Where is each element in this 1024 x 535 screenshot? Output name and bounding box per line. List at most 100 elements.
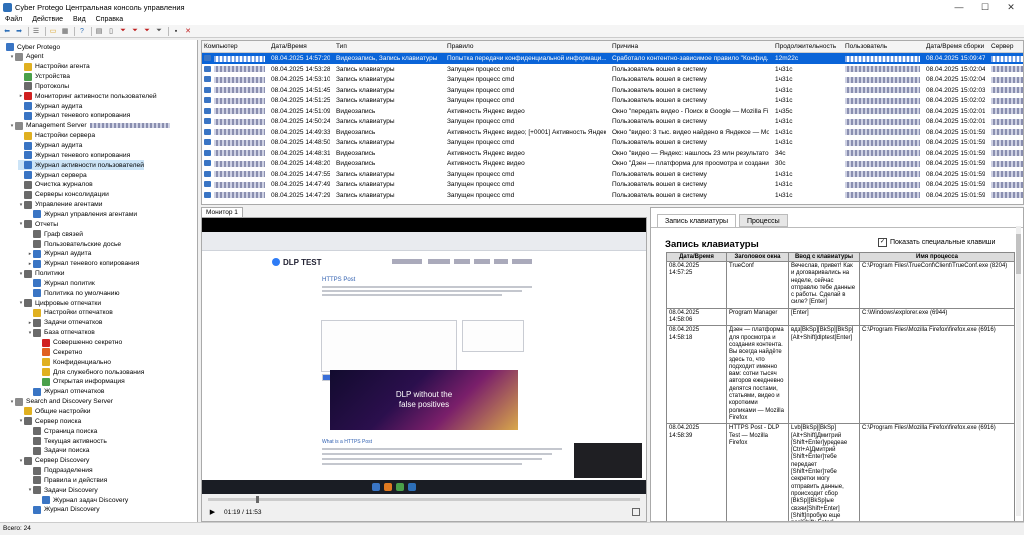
maximize-button[interactable]: ☐ bbox=[972, 0, 998, 14]
tree-item[interactable]: Устройства bbox=[18, 72, 70, 82]
tree-item[interactable]: Cyber Protego bbox=[0, 42, 60, 52]
tree-item[interactable]: ▾ Сервер Discovery bbox=[18, 456, 89, 466]
tree-item[interactable]: Политика по умолчанию bbox=[27, 288, 120, 298]
tab-keystrokes[interactable]: Запись клавиатуры bbox=[657, 214, 737, 227]
table-row[interactable]: 08.04.2025 14:51:09 Видеозапись Активность… bbox=[202, 106, 1023, 117]
column-header[interactable]: Правило bbox=[445, 41, 610, 52]
table-row[interactable]: 08.04.2025 14:53:28 Запись клавиатуры Запу… bbox=[202, 64, 1023, 75]
filter-red-icon[interactable]: ⏷ bbox=[118, 26, 128, 36]
play-button[interactable]: ▶ bbox=[208, 508, 217, 517]
table-row[interactable]: 08.04.2025 14:53:10 Запись клавиатуры Запу… bbox=[202, 74, 1023, 85]
tree-item[interactable]: Граф связей bbox=[27, 229, 83, 239]
tree-item[interactable]: Открытая информация bbox=[36, 377, 125, 387]
tree-item[interactable]: ▾ Management Server bbox=[9, 121, 170, 131]
tree-item[interactable]: Протоколы bbox=[18, 81, 69, 91]
tree-item[interactable]: ▾ Цифровые отпечатки bbox=[18, 298, 101, 308]
seek-bar[interactable] bbox=[208, 496, 640, 503]
minimize-button[interactable]: — bbox=[946, 0, 972, 14]
table-row[interactable]: 08.04.2025 14:48:20 Видеозапись Активность… bbox=[202, 158, 1023, 169]
filter-red-icon[interactable]: ⏷ bbox=[142, 26, 152, 36]
tree-item[interactable]: ▾ Управление агентами bbox=[18, 200, 103, 210]
column-header[interactable]: Сервер bbox=[989, 41, 1023, 52]
column-header[interactable]: Тип bbox=[334, 41, 445, 52]
delete-icon[interactable]: ✕ bbox=[183, 26, 193, 36]
table-row[interactable]: 08.04.2025 14:49:33 Видеозапись Активность… bbox=[202, 127, 1023, 138]
forward-icon[interactable]: ➡ bbox=[14, 26, 24, 36]
tree-item[interactable]: Общие настройки bbox=[18, 406, 91, 416]
menu-file[interactable]: Файл bbox=[0, 16, 27, 23]
tree-item[interactable]: Подразделения bbox=[27, 466, 93, 476]
tree-item[interactable]: ▸ Журнал аудита bbox=[27, 249, 91, 259]
tree-item[interactable]: Пользовательские досье bbox=[27, 239, 121, 249]
tree-item[interactable]: ▸ Задачи отпечатков bbox=[27, 318, 102, 328]
filter-red-icon[interactable]: ⏷ bbox=[130, 26, 140, 36]
table-row[interactable]: 08.04.2025 14:47:55 Запись клавиатуры Запу… bbox=[202, 169, 1023, 180]
grid-icon[interactable]: ▦ bbox=[60, 26, 70, 36]
tree-item[interactable]: ▾ Отчеты bbox=[18, 219, 58, 229]
tree-item[interactable]: ▾ Сервер поиска bbox=[18, 416, 81, 426]
tree-item[interactable]: Журнал сервера bbox=[18, 170, 87, 180]
column-header[interactable]: Дата/Время bbox=[269, 41, 334, 52]
column-header[interactable]: Компьютер bbox=[202, 41, 269, 52]
tree-item[interactable]: ▸ Журнал теневого копирования bbox=[27, 259, 139, 269]
column-header[interactable]: Дата/Время сборки bbox=[924, 41, 989, 52]
column-header[interactable]: Причина bbox=[610, 41, 773, 52]
column-header[interactable]: Продолжительность bbox=[773, 41, 843, 52]
tree-item[interactable]: Журнал теневого копирования bbox=[18, 150, 130, 160]
table-row[interactable]: 08.04.2025 14:47:29 Запись клавиатуры Запу… bbox=[202, 190, 1023, 201]
navigation-tree[interactable]: Cyber Protego ▾ Agent Настройки агента Устро… bbox=[0, 40, 198, 522]
close-button[interactable]: ✕ bbox=[998, 0, 1024, 14]
tree-item[interactable]: ▾ Search and Discovery Server bbox=[9, 397, 113, 407]
save-icon[interactable]: ▪ bbox=[171, 26, 181, 36]
report-icon[interactable]: ▤ bbox=[94, 26, 104, 36]
details-scrollbar[interactable] bbox=[1016, 226, 1021, 516]
tree-item[interactable]: Очистка журналов bbox=[18, 180, 93, 190]
fullscreen-button[interactable] bbox=[632, 508, 640, 516]
back-icon[interactable]: ⬅ bbox=[2, 26, 12, 36]
table-row[interactable]: 08.04.2025 14:57:20 Видеозапись, Запись к… bbox=[202, 53, 1023, 64]
table-row[interactable]: 08.04.2025 14:48:50 Запись клавиатуры Запу… bbox=[202, 137, 1023, 148]
tree-item[interactable]: Конфиденциально bbox=[36, 357, 111, 367]
scrollbar-thumb[interactable] bbox=[1016, 234, 1021, 274]
tree-item[interactable]: ▾ Политики bbox=[18, 269, 64, 279]
tree-item[interactable]: Журнал политик bbox=[27, 278, 95, 288]
menu-action[interactable]: Действие bbox=[27, 16, 68, 23]
tree-item[interactable]: Настройки агента bbox=[18, 62, 90, 72]
tree-item[interactable]: ▾ Agent bbox=[9, 52, 43, 62]
tree-item[interactable]: Текущая активность bbox=[27, 436, 107, 446]
filter-icon[interactable]: ⏷ bbox=[154, 26, 164, 36]
folder-icon[interactable]: ▭ bbox=[48, 26, 58, 36]
activity-log-grid[interactable]: Компьютер Дата/Время Тип Правило Причина Прод… bbox=[201, 40, 1024, 205]
seek-thumb[interactable] bbox=[255, 496, 259, 503]
tree-item[interactable]: Настройки отпечатков bbox=[27, 308, 113, 318]
tree-item[interactable]: Задачи поиска bbox=[27, 446, 90, 456]
menu-view[interactable]: Вид bbox=[68, 16, 91, 23]
tree-item[interactable]: Настройки сервера bbox=[18, 131, 95, 141]
table-row[interactable]: 08.04.2025 14:51:25 Запись клавиатуры Запу… bbox=[202, 95, 1023, 106]
tree-item[interactable]: Журнал аудита bbox=[18, 141, 82, 151]
menu-help[interactable]: Справка bbox=[91, 16, 128, 23]
show-special-keys-checkbox[interactable]: ✓ Показать специальные клавиши bbox=[878, 238, 995, 247]
tree-item[interactable]: ▸ Мониторинг активности пользователей bbox=[18, 91, 157, 101]
tree-item[interactable]: Правила и действия bbox=[27, 475, 107, 485]
tree-item[interactable]: Для служебного пользования bbox=[36, 367, 144, 377]
tree-item[interactable]: Журнал отпечатков bbox=[27, 387, 104, 397]
tree-item[interactable]: ▾ База отпечатков bbox=[27, 328, 95, 338]
table-row[interactable]: 08.04.2025 14:50:24 Запись клавиатуры Запу… bbox=[202, 116, 1023, 127]
tree-item[interactable]: Журнал активности пользователей bbox=[18, 160, 144, 171]
table-row[interactable]: 08.04.2025 14:47:49 Запись клавиатуры Запу… bbox=[202, 179, 1023, 190]
tree-item[interactable]: Совершенно секретно bbox=[36, 338, 122, 348]
tree-item[interactable]: Журнал теневого копирования bbox=[18, 111, 130, 121]
tree-item[interactable]: ▾ Задачи Discovery bbox=[27, 485, 98, 495]
tree-item[interactable]: Журнал управления агентами bbox=[27, 209, 137, 219]
table-row[interactable]: 08.04.2025 14:51:45 Запись клавиатуры Запу… bbox=[202, 85, 1023, 96]
tree-item[interactable]: Страница поиска bbox=[27, 426, 97, 436]
tab-processes[interactable]: Процессы bbox=[739, 214, 788, 227]
tree-item[interactable]: Серверы консолидации bbox=[18, 190, 109, 200]
tree-item[interactable]: Журнал задач Discovery bbox=[36, 495, 128, 505]
column-header[interactable]: Пользователь bbox=[843, 41, 924, 52]
tree-item[interactable]: Журнал аудита bbox=[18, 101, 82, 111]
table-row[interactable]: 08.04.2025 14:48:31 Видеозапись Активность… bbox=[202, 148, 1023, 159]
help-icon[interactable]: ? bbox=[77, 26, 87, 36]
tree-item[interactable]: Секретно bbox=[36, 347, 82, 357]
